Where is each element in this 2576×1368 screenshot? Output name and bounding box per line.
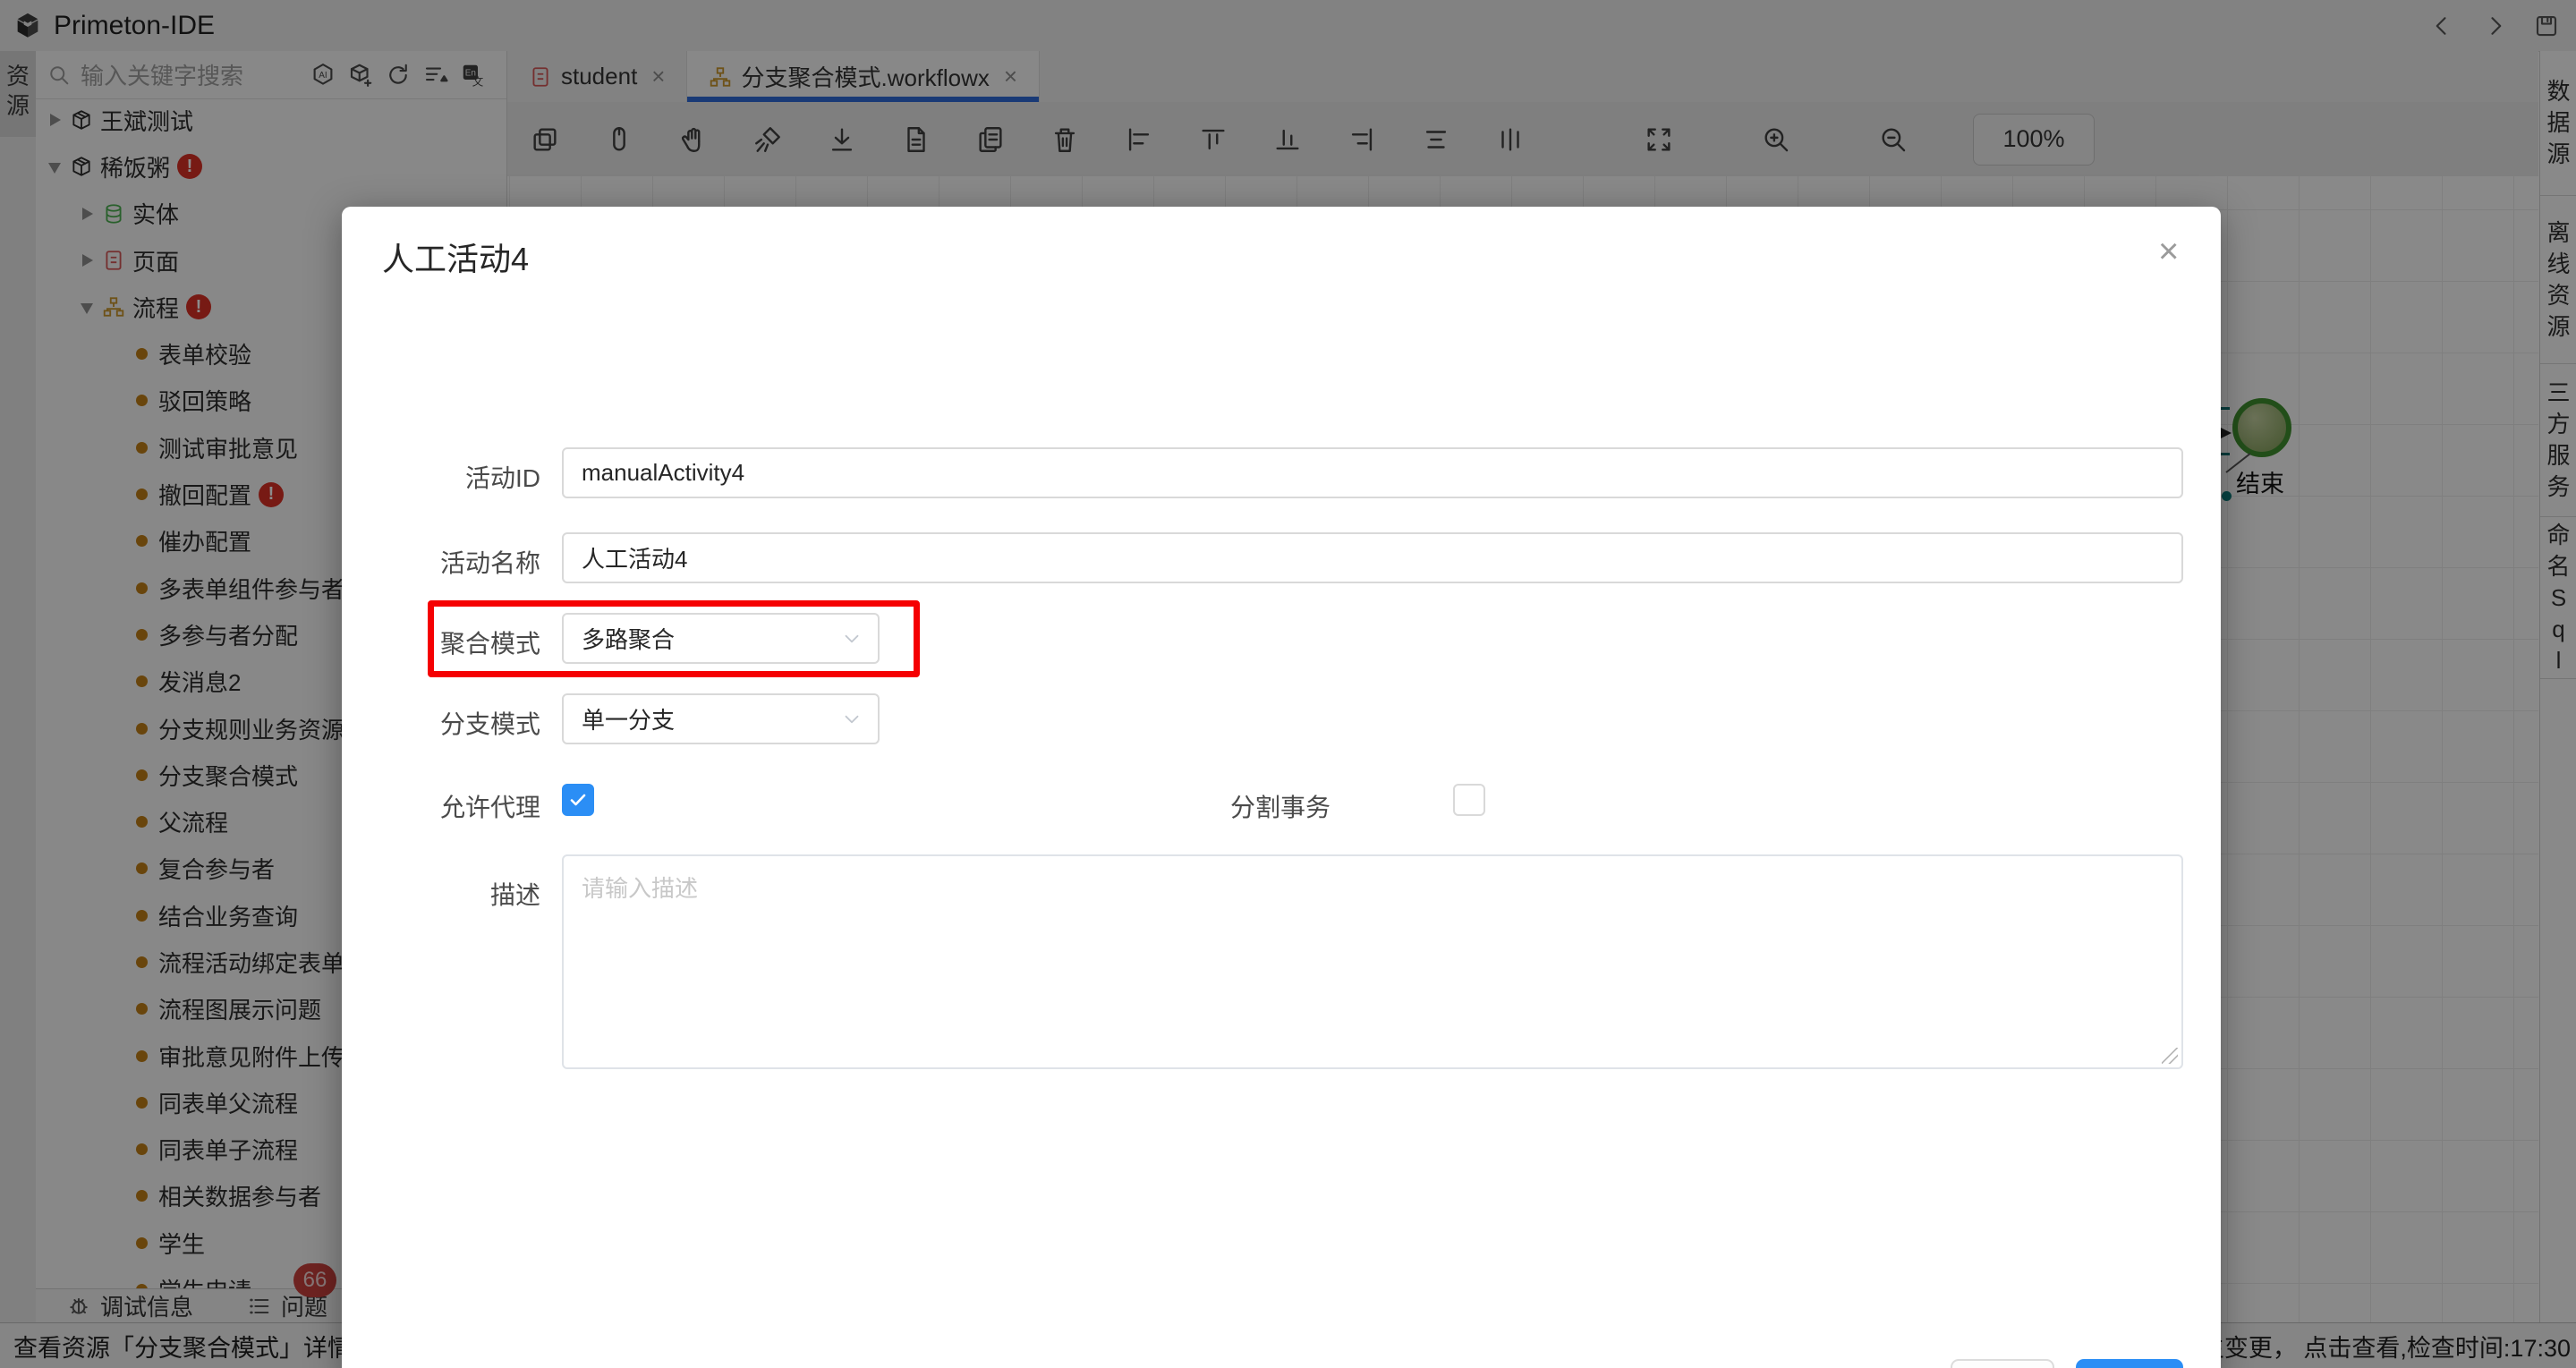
description-textarea[interactable]: 请输入描述 — [562, 854, 2183, 1069]
dialog-close-icon[interactable]: × — [2158, 234, 2179, 269]
branch-mode-select[interactable]: 单一分支 — [562, 693, 880, 744]
split-transaction-checkbox[interactable] — [1453, 784, 1485, 816]
aggregation-mode-value: 多路聚合 — [582, 622, 675, 655]
resize-grip-icon[interactable] — [2162, 1048, 2178, 1064]
description-label: 描述 — [342, 876, 540, 912]
allow-proxy-checkbox[interactable] — [562, 784, 594, 816]
activity-properties-dialog: 人工活动4 × 活动ID manualActivity4 活动名称 人工活动4 … — [342, 207, 2221, 1368]
branch-mode-value: 单一分支 — [582, 702, 675, 735]
dialog-tabs — [389, 366, 1068, 378]
aggregation-mode-label: 聚合模式 — [342, 625, 540, 660]
cancel-button[interactable] — [1951, 1359, 2054, 1368]
primeton-ide-window: Primeton-IDE 资源 输入关键字搜索 AI En文 — [0, 0, 2576, 1368]
confirm-button[interactable] — [2076, 1359, 2183, 1368]
activity-id-input[interactable]: manualActivity4 — [562, 447, 2183, 498]
description-placeholder: 请输入描述 — [582, 871, 698, 904]
allow-proxy-label: 允许代理 — [342, 788, 540, 824]
aggregation-mode-select[interactable]: 多路聚合 — [562, 613, 880, 664]
chevron-down-icon — [840, 708, 863, 731]
check-icon — [567, 789, 589, 811]
activity-name-label: 活动名称 — [342, 544, 540, 580]
chevron-down-icon — [840, 627, 863, 650]
branch-mode-label: 分支模式 — [342, 705, 540, 741]
split-transaction-label: 分割事务 — [1132, 788, 1331, 824]
activity-name-input[interactable]: 人工活动4 — [562, 532, 2183, 583]
activity-id-label: 活动ID — [342, 459, 540, 495]
dialog-title: 人工活动4 — [382, 234, 529, 280]
